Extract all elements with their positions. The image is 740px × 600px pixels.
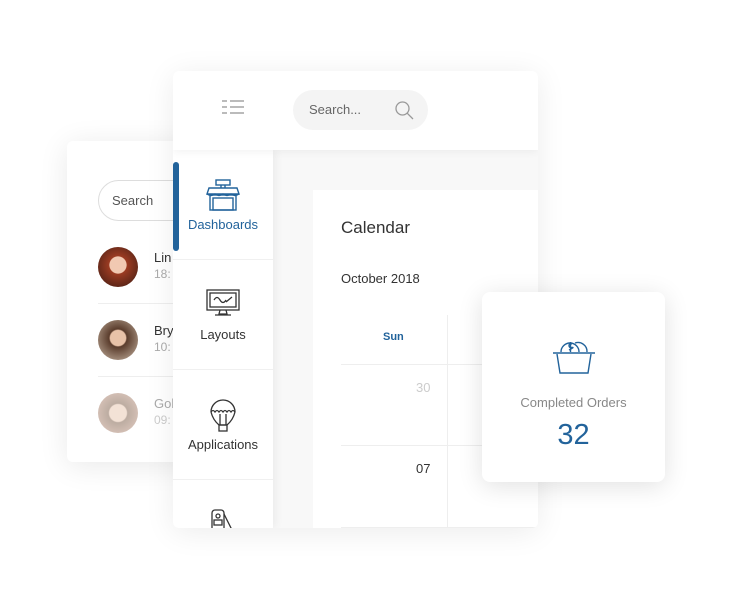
sidebar-item-dashboards[interactable]: Dashboards — [173, 150, 273, 260]
completed-orders-card: Completed Orders 32 — [482, 292, 665, 482]
calendar-day[interactable]: 07 — [416, 461, 430, 476]
search-placeholder: Search... — [309, 102, 362, 117]
contact-name[interactable]: Bry — [154, 323, 174, 338]
magnifier-icon[interactable] — [395, 101, 414, 120]
sidebar: Dashboards Layouts Applications — [173, 150, 273, 528]
top-header: Search... — [173, 71, 538, 150]
calendar-day[interactable]: 30 — [416, 380, 430, 395]
sidebar-item-label: Dashboards — [187, 217, 259, 232]
contact-time: 18: — [154, 267, 171, 281]
stat-label: Completed Orders — [520, 395, 627, 410]
sidebar-item-label: Layouts — [200, 327, 246, 342]
contact-time: 09: — [154, 413, 171, 427]
avatar[interactable] — [98, 320, 138, 360]
avatar[interactable] — [98, 247, 138, 287]
sidebar-item-more[interactable] — [173, 480, 273, 528]
contact-name[interactable]: Gol — [154, 396, 174, 411]
contact-name[interactable]: Lin — [154, 250, 171, 265]
search-input[interactable]: Search... — [293, 90, 428, 130]
sidebar-item-applications[interactable]: Applications — [173, 370, 273, 480]
monitor-icon — [206, 289, 240, 316]
stat-value: 32 — [557, 419, 590, 451]
balloon-icon — [210, 399, 236, 432]
user-badge-icon — [211, 509, 232, 528]
contact-time: 10: — [154, 340, 171, 354]
calendar-title: Calendar — [341, 218, 410, 237]
divider — [447, 315, 448, 528]
calendar-month[interactable]: October 2018 — [341, 271, 420, 286]
sidebar-item-layouts[interactable]: Layouts — [173, 260, 273, 370]
avatar[interactable] — [98, 393, 138, 433]
weekday-header: Sun — [383, 331, 404, 343]
divider — [341, 527, 538, 528]
list-icon[interactable] — [222, 100, 244, 114]
shop-icon — [206, 179, 240, 211]
basket-icon — [553, 341, 595, 374]
sidebar-item-label: Applications — [187, 437, 259, 452]
